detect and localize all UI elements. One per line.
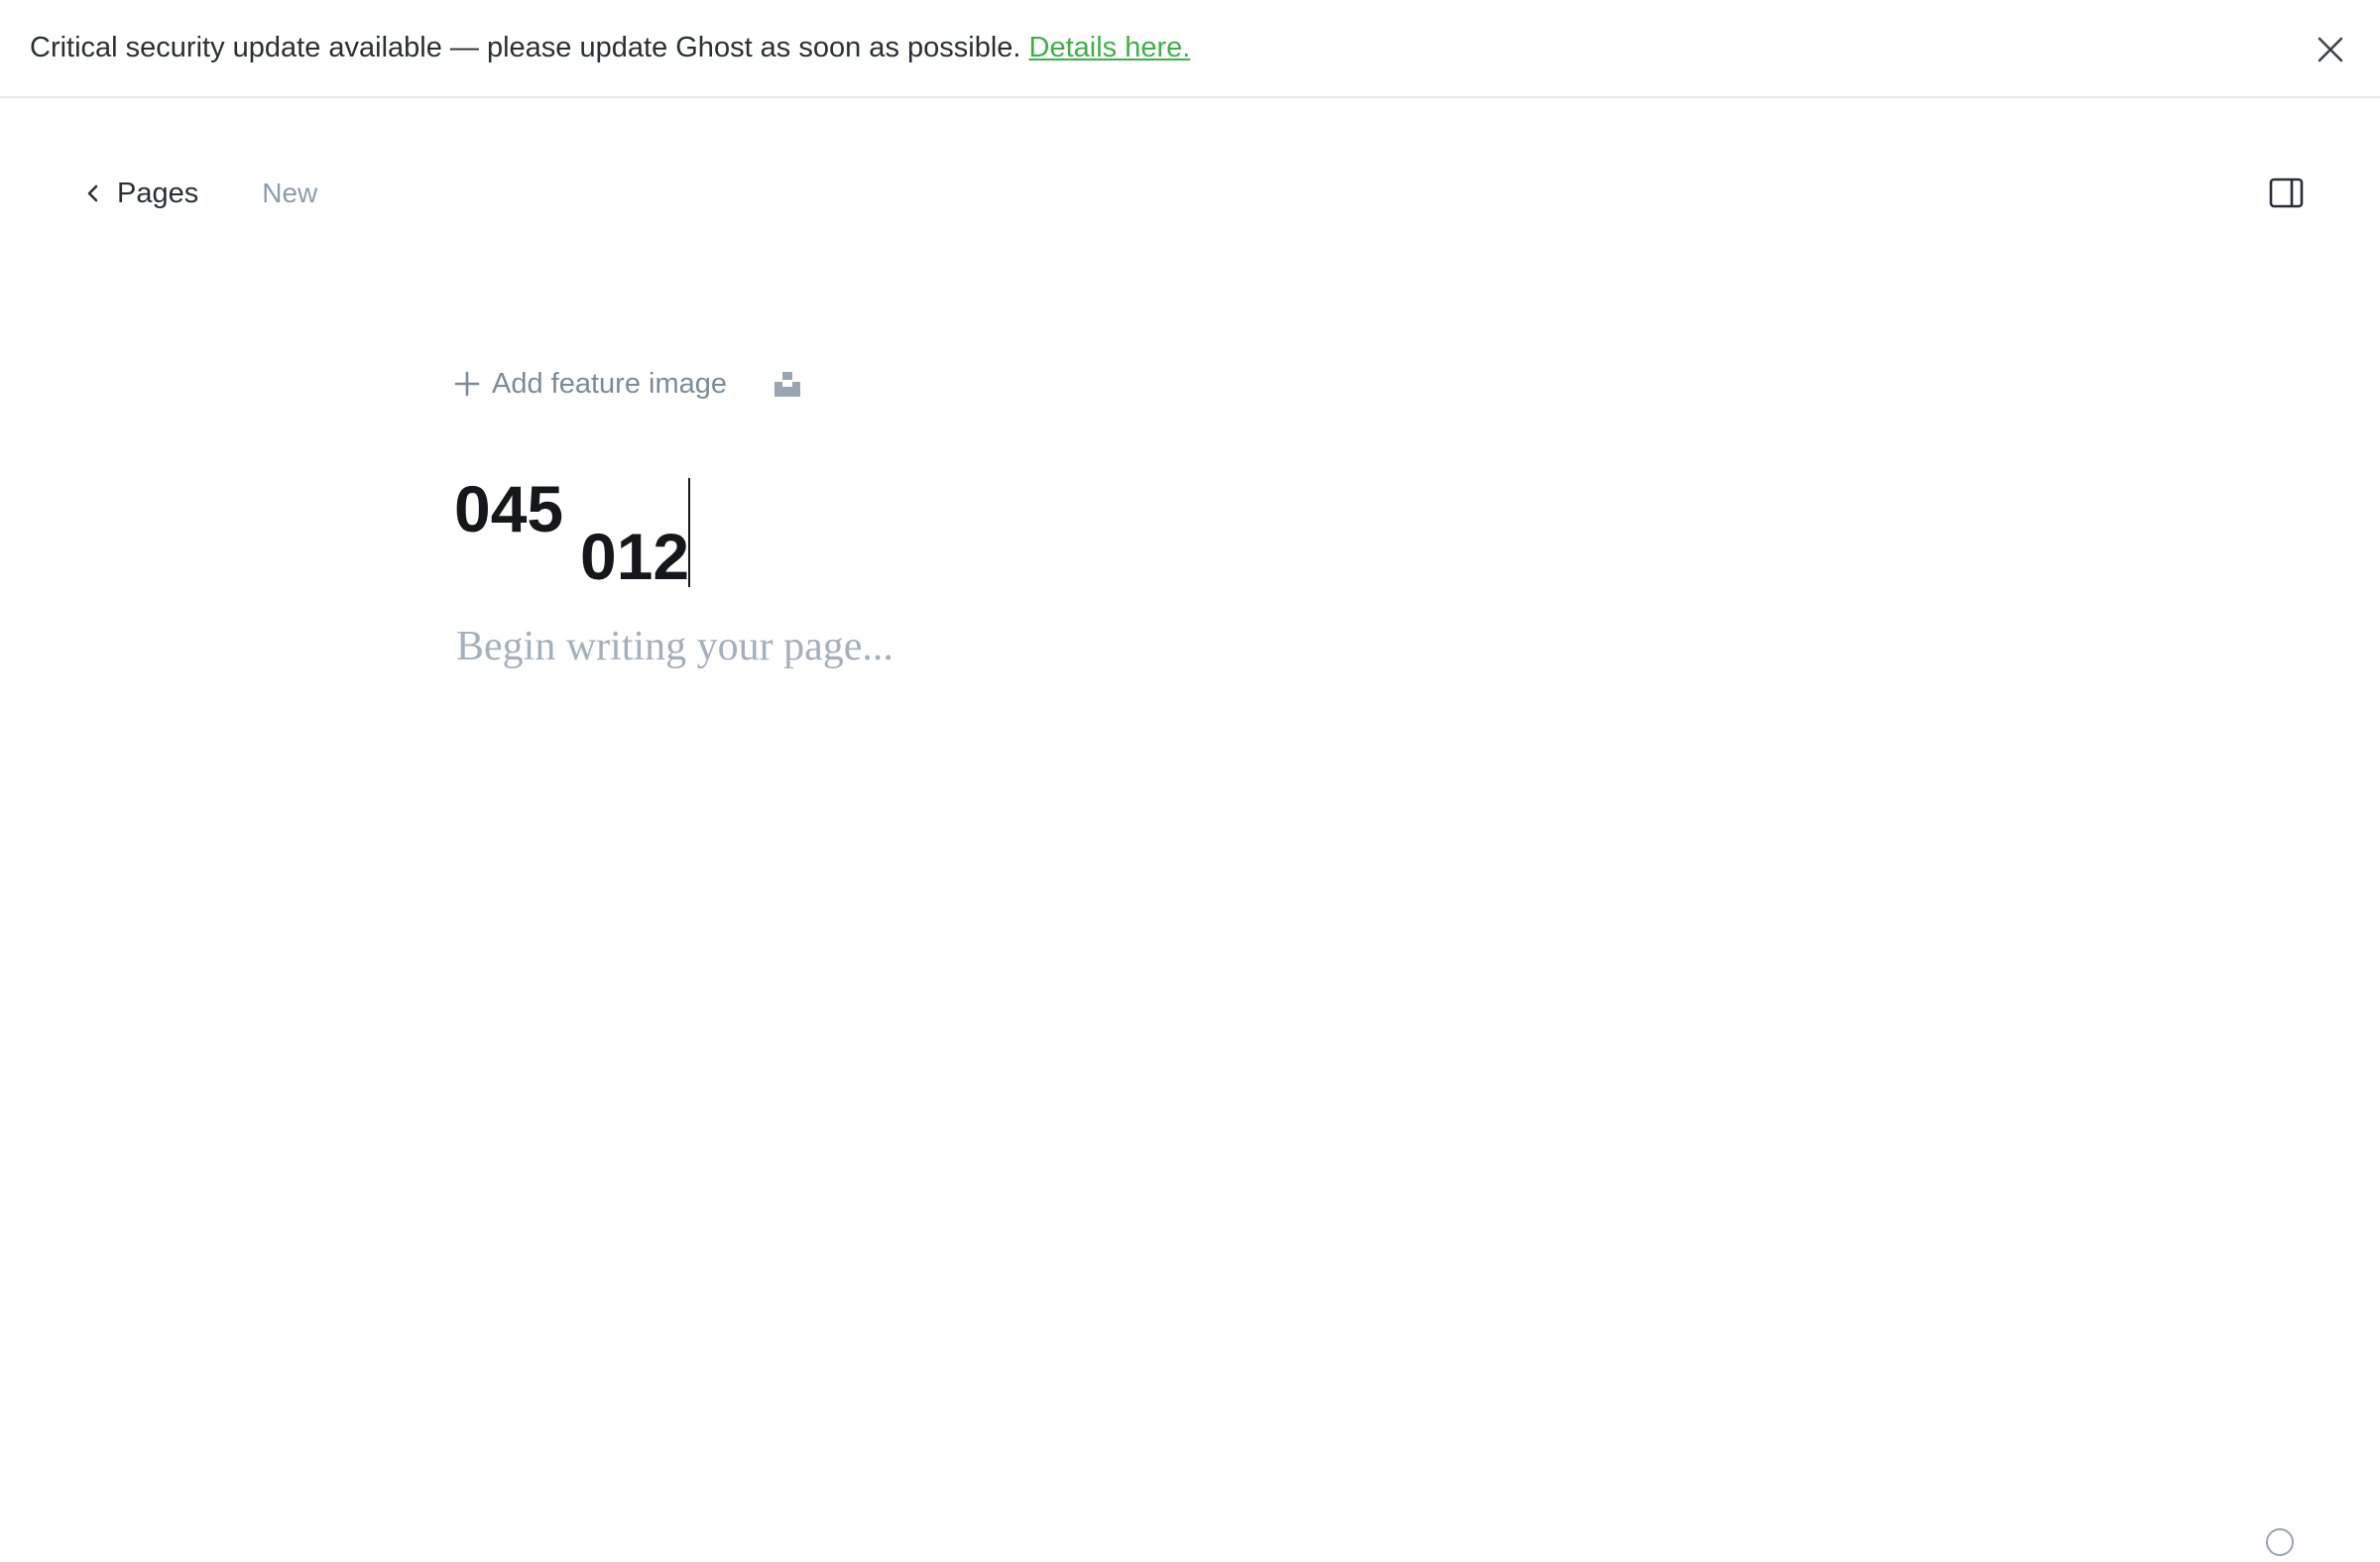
page-body-editor[interactable]: Begin writing your page...: [456, 617, 1924, 676]
sidebar-toggle-icon[interactable]: [2269, 177, 2305, 210]
security-update-banner: Critical security update available — ple…: [0, 0, 2380, 98]
add-feature-image-label: Add feature image: [492, 367, 727, 400]
chevron-left-icon: [87, 184, 98, 202]
banner-message-wrap: Critical security update available — ple…: [30, 28, 1190, 67]
add-feature-image-button[interactable]: Add feature image: [454, 368, 727, 401]
text-caret: [688, 478, 690, 587]
body-placeholder: Begin writing your page...: [456, 624, 893, 669]
banner-message: Critical security update available — ple…: [30, 32, 1029, 63]
feature-image-row: Add feature image: [454, 363, 802, 405]
page-title-input[interactable]: 045 012: [454, 466, 1347, 595]
unsplash-icon[interactable]: [773, 369, 802, 399]
page-title-line-2: 012: [580, 520, 690, 593]
back-label: Pages: [117, 177, 199, 209]
back-to-pages-link[interactable]: Pages: [83, 178, 198, 210]
post-status: New: [262, 178, 318, 208]
plus-icon: [454, 371, 480, 397]
banner-details-link[interactable]: Details here.: [1029, 32, 1191, 63]
help-icon[interactable]: [2265, 1527, 2295, 1557]
close-icon[interactable]: [2311, 30, 2350, 69]
editor-breadcrumb: Pages New: [83, 171, 317, 216]
page-title-line-1: 045: [454, 472, 564, 545]
